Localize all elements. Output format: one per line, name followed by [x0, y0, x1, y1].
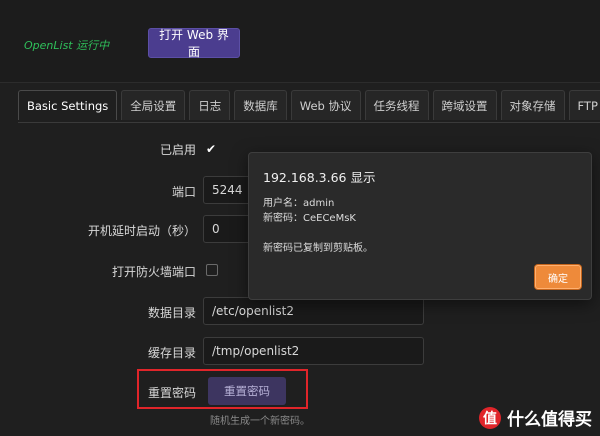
- data-dir-input[interactable]: [203, 297, 424, 325]
- cache-dir-input[interactable]: [203, 337, 424, 365]
- dialog-username: 用户名：admin: [263, 198, 335, 209]
- cache-dir-label: 缓存目录: [147, 346, 196, 360]
- reset-password-helper: 随机生成一个新密码。: [210, 416, 310, 427]
- tab-basic-settings[interactable]: Basic Settings: [18, 90, 118, 120]
- dialog-ok-button[interactable]: 确定: [535, 265, 581, 289]
- data-dir-label: 数据目录: [147, 306, 196, 320]
- enabled-label: 已启用: [159, 143, 196, 157]
- settings-tabs: Basic Settings 全局设置 日志 数据库 Web 协议 任务线程 跨…: [18, 90, 600, 123]
- tab-logs[interactable]: 日志: [189, 90, 231, 120]
- tab-cors-settings[interactable]: 跨域设置: [432, 90, 497, 120]
- tab-web-protocol[interactable]: Web 协议: [290, 90, 361, 120]
- firewall-port-checkbox[interactable]: [206, 264, 218, 276]
- tab-object-storage[interactable]: 对象存储: [500, 90, 565, 120]
- tab-ftp[interactable]: FTP: [568, 90, 600, 120]
- watermark-logo-icon: 值: [479, 406, 501, 429]
- watermark-text: 什么值得买: [507, 410, 592, 430]
- dialog-new-password: 新密码：CeECeMsK: [263, 213, 356, 224]
- tab-task-threads[interactable]: 任务线程: [364, 90, 429, 120]
- top-bar: OpenList 运行中 打开 Web 界面: [0, 0, 600, 83]
- port-label: 端口: [171, 185, 196, 199]
- watermark: 值 什么值得买: [479, 405, 592, 430]
- enabled-checkbox[interactable]: ✔: [206, 143, 216, 155]
- alert-dialog: 192.168.3.66 显示 用户名：admin 新密码：CeECeMsK 新…: [248, 152, 592, 300]
- open-web-ui-button[interactable]: 打开 Web 界面: [148, 28, 240, 59]
- tab-database[interactable]: 数据库: [234, 90, 287, 120]
- reset-password-label: 重置密码: [147, 386, 196, 400]
- startup-delay-label: 开机延时启动（秒）: [87, 224, 196, 238]
- dialog-title: 192.168.3.66 显示: [263, 170, 376, 185]
- tab-global-settings[interactable]: 全局设置: [121, 90, 186, 120]
- service-status-text: OpenList 运行中: [24, 39, 110, 52]
- reset-password-button[interactable]: 重置密码: [208, 377, 286, 405]
- firewall-port-label: 打开防火墙端口: [111, 265, 196, 279]
- dialog-copied-message: 新密码已复制到剪贴板。: [263, 243, 373, 254]
